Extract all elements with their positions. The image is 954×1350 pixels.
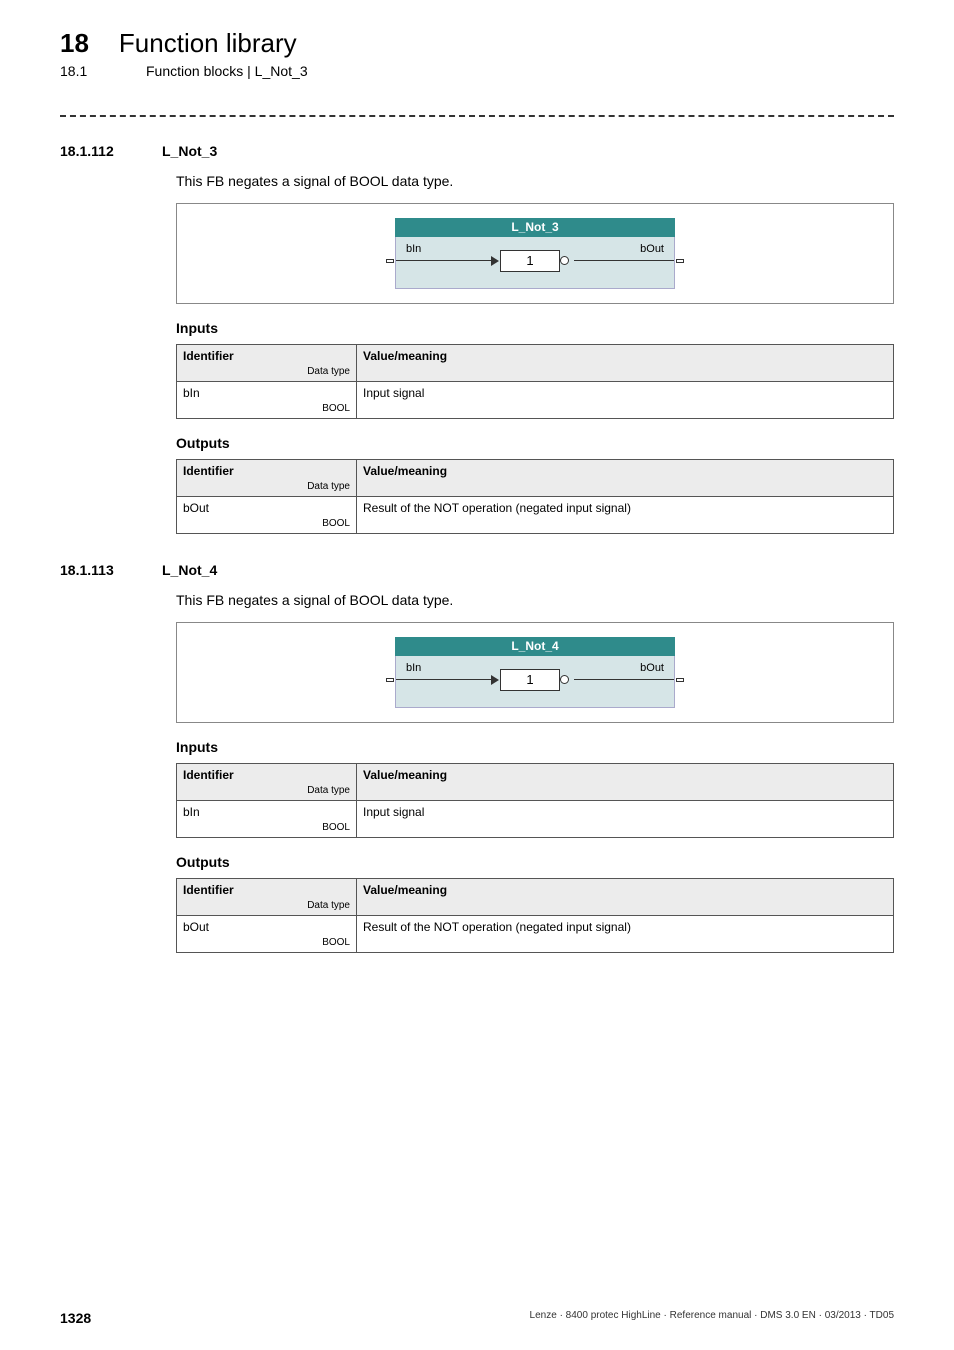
col-datatype: Data type bbox=[183, 785, 350, 796]
io-name: bOut bbox=[183, 501, 350, 515]
fb-title: L_Not_4 bbox=[395, 637, 675, 656]
inputs-table: Identifier Data type Value/meaning bIn B… bbox=[176, 344, 894, 419]
section-description: This FB negates a signal of BOOL data ty… bbox=[176, 173, 894, 189]
col-identifier: Identifier bbox=[183, 768, 234, 782]
footer-text: Lenze · 8400 protec HighLine · Reference… bbox=[530, 1310, 894, 1326]
col-datatype: Data type bbox=[183, 481, 350, 492]
outputs-table: Identifier Data type Value/meaning bOut … bbox=[176, 459, 894, 534]
fb-gate-symbol: 1 bbox=[500, 669, 560, 691]
inputs-heading: Inputs bbox=[176, 739, 894, 755]
page-number: 1328 bbox=[60, 1310, 91, 1326]
section-description: This FB negates a signal of BOOL data ty… bbox=[176, 592, 894, 608]
section-number: 18.1 bbox=[60, 63, 116, 79]
fb-wire bbox=[574, 679, 674, 680]
col-value: Value/meaning bbox=[357, 879, 894, 916]
io-meaning: Input signal bbox=[357, 801, 894, 838]
section-num-112: 18.1.112 bbox=[60, 143, 140, 159]
table-row: bIn BOOL Input signal bbox=[177, 801, 894, 838]
outputs-heading: Outputs bbox=[176, 435, 894, 451]
section-title-113: L_Not_4 bbox=[162, 562, 217, 578]
io-name: bOut bbox=[183, 920, 350, 934]
fb-port-stub bbox=[676, 259, 684, 263]
fb-gate-symbol: 1 bbox=[500, 250, 560, 272]
table-row: bIn BOOL Input signal bbox=[177, 382, 894, 419]
fb-output-label: bOut bbox=[640, 243, 664, 255]
io-meaning: Result of the NOT operation (negated inp… bbox=[357, 916, 894, 953]
fb-negation-bubble-icon bbox=[560, 256, 569, 265]
fb-port-stub bbox=[386, 259, 394, 263]
fb-title: L_Not_3 bbox=[395, 218, 675, 237]
fb-port-stub bbox=[386, 678, 394, 682]
divider bbox=[60, 115, 894, 117]
outputs-table: Identifier Data type Value/meaning bOut … bbox=[176, 878, 894, 953]
fb-input-label: bIn bbox=[406, 243, 421, 255]
table-row: bOut BOOL Result of the NOT operation (n… bbox=[177, 916, 894, 953]
col-datatype: Data type bbox=[183, 366, 350, 377]
inputs-table: Identifier Data type Value/meaning bIn B… bbox=[176, 763, 894, 838]
section-num-113: 18.1.113 bbox=[60, 562, 140, 578]
col-datatype: Data type bbox=[183, 900, 350, 911]
fb-port-stub bbox=[676, 678, 684, 682]
io-name: bIn bbox=[183, 805, 350, 819]
fb-output-label: bOut bbox=[640, 662, 664, 674]
fb-diagram: L_Not_4 bIn bOut 1 bbox=[176, 622, 894, 723]
fb-wire bbox=[396, 679, 496, 680]
io-datatype: BOOL bbox=[183, 822, 350, 833]
chapter-number: 18 bbox=[60, 28, 89, 59]
chapter-title: Function library bbox=[119, 28, 297, 59]
io-datatype: BOOL bbox=[183, 518, 350, 529]
inputs-heading: Inputs bbox=[176, 320, 894, 336]
io-name: bIn bbox=[183, 386, 350, 400]
col-value: Value/meaning bbox=[357, 764, 894, 801]
io-meaning: Result of the NOT operation (negated inp… bbox=[357, 497, 894, 534]
fb-wire bbox=[574, 260, 674, 261]
col-identifier: Identifier bbox=[183, 349, 234, 363]
col-identifier: Identifier bbox=[183, 464, 234, 478]
fb-arrow-icon bbox=[491, 256, 499, 266]
col-value: Value/meaning bbox=[357, 345, 894, 382]
fb-arrow-icon bbox=[491, 675, 499, 685]
io-datatype: BOOL bbox=[183, 937, 350, 948]
breadcrumb: Function blocks | L_Not_3 bbox=[146, 63, 308, 79]
col-value: Value/meaning bbox=[357, 460, 894, 497]
table-row: bOut BOOL Result of the NOT operation (n… bbox=[177, 497, 894, 534]
col-identifier: Identifier bbox=[183, 883, 234, 897]
section-title-112: L_Not_3 bbox=[162, 143, 217, 159]
fb-wire bbox=[396, 260, 496, 261]
outputs-heading: Outputs bbox=[176, 854, 894, 870]
io-meaning: Input signal bbox=[357, 382, 894, 419]
fb-diagram: L_Not_3 bIn bOut 1 bbox=[176, 203, 894, 304]
fb-negation-bubble-icon bbox=[560, 675, 569, 684]
fb-input-label: bIn bbox=[406, 662, 421, 674]
io-datatype: BOOL bbox=[183, 403, 350, 414]
